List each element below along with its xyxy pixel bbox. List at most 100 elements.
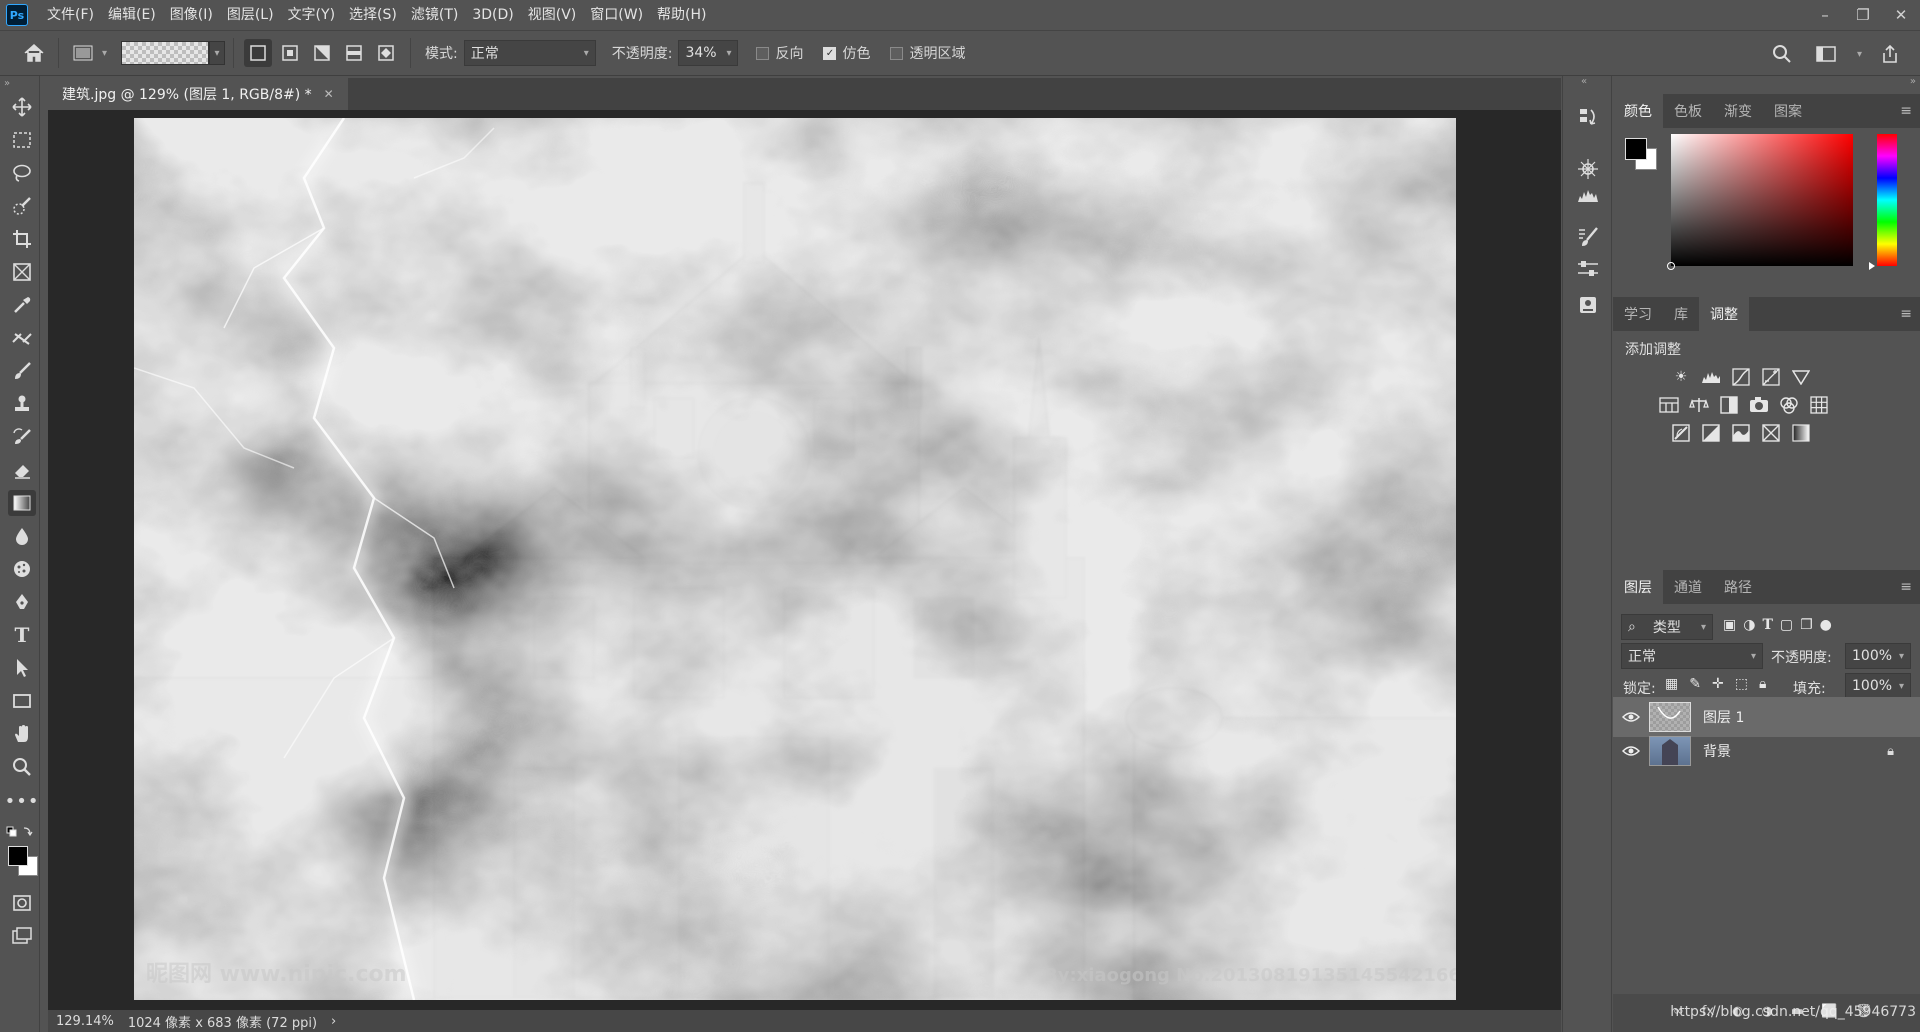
dither-checkbox[interactable]: ✓ — [823, 46, 837, 60]
more-tools-icon[interactable]: ••• — [5, 788, 39, 814]
filter-toggle-icon[interactable]: ● — [1820, 617, 1832, 633]
move-tool-icon[interactable] — [8, 94, 36, 120]
color-balance-icon[interactable] — [1687, 394, 1711, 416]
curves-icon[interactable] — [1729, 366, 1753, 388]
gradient-tool-preset-icon[interactable] — [69, 39, 97, 67]
levels-icon[interactable] — [1699, 366, 1723, 388]
tab-channels[interactable]: 通道 — [1663, 570, 1713, 604]
color-lookup-icon[interactable] — [1807, 394, 1831, 416]
lock-image-pixels-icon[interactable]: ✎ — [1689, 676, 1701, 692]
menu-file[interactable]: 文件(F) — [40, 0, 101, 30]
brightness-contrast-icon[interactable]: ☀ — [1669, 366, 1693, 388]
hue-saturation-icon[interactable] — [1657, 394, 1681, 416]
collapse-panel-icon[interactable]: » — [4, 78, 10, 89]
chevron-down-icon[interactable]: ▾ — [726, 48, 731, 59]
layer-row-background[interactable]: 背景 🔒︎ — [1613, 731, 1920, 771]
menu-image[interactable]: 图像(I) — [163, 0, 220, 30]
tab-adjustments[interactable]: 调整 — [1699, 297, 1749, 331]
opacity-input[interactable]: 34% ▾ — [678, 40, 739, 66]
transparency-checkbox[interactable] — [890, 46, 904, 60]
pixel-layer-filter-icon[interactable]: ▣ — [1723, 617, 1736, 633]
close-tab-icon[interactable]: ✕ — [324, 87, 334, 101]
vibrance-icon[interactable] — [1789, 366, 1813, 388]
exposure-icon[interactable] — [1759, 366, 1783, 388]
default-colors-icon[interactable] — [6, 826, 34, 838]
lock-artboard-icon[interactable]: ⬚ — [1735, 676, 1748, 692]
search-icon[interactable] — [1768, 40, 1796, 68]
eraser-tool-icon[interactable] — [8, 457, 36, 483]
brush-settings-panel-icon[interactable] — [1575, 224, 1601, 250]
quick-selection-tool-icon[interactable] — [8, 193, 36, 219]
layer-name[interactable]: 图层 1 — [1703, 707, 1744, 727]
tab-paths[interactable]: 路径 — [1713, 570, 1763, 604]
invert-icon[interactable] — [1669, 422, 1693, 444]
tab-patterns[interactable]: 图案 — [1763, 94, 1813, 128]
menu-filter[interactable]: 滤镜(T) — [404, 0, 465, 30]
posterize-icon[interactable] — [1699, 422, 1723, 444]
transparency-option[interactable]: 透明区域 — [890, 43, 965, 63]
marquee-tool-icon[interactable] — [8, 127, 36, 153]
menu-window[interactable]: 窗口(W) — [583, 0, 650, 30]
navigator-panel-icon[interactable] — [1575, 156, 1601, 182]
hand-tool-icon[interactable] — [8, 721, 36, 747]
reflected-gradient-icon[interactable] — [340, 39, 368, 67]
chevron-down-icon[interactable]: ▾ — [1899, 681, 1904, 692]
tab-swatches[interactable]: 色板 — [1663, 94, 1713, 128]
libraries-panel-icon[interactable] — [1575, 292, 1601, 318]
sponge-tool-icon[interactable] — [8, 556, 36, 582]
linear-gradient-icon[interactable] — [244, 39, 273, 67]
canvas-area[interactable]: 昵图网 www.nipic.com By:xiaogong No.2013081… — [48, 110, 1561, 1010]
layer-filter-select[interactable]: ⌕ 类型 ▾ — [1621, 614, 1713, 640]
layer-name[interactable]: 背景 — [1703, 741, 1731, 761]
lock-transparent-pixels-icon[interactable]: ▦ — [1665, 676, 1678, 692]
healing-brush-tool-icon[interactable] — [8, 325, 36, 351]
pen-tool-icon[interactable] — [8, 589, 36, 615]
status-arrow-icon[interactable]: › — [331, 1014, 336, 1029]
hue-slider-handle[interactable] — [1869, 262, 1875, 270]
menu-3d[interactable]: 3D(D) — [465, 0, 520, 30]
smart-object-filter-icon[interactable]: ❐ — [1800, 617, 1813, 633]
blend-mode-select[interactable]: 正常 ▾ — [1621, 643, 1763, 669]
document-tab[interactable]: 建筑.jpg @ 129% (图层 1, RGB/8#) * ✕ — [48, 78, 348, 110]
rectangle-tool-icon[interactable] — [8, 688, 36, 714]
gradient-tool-icon[interactable] — [8, 490, 36, 516]
selective-color-icon[interactable] — [1759, 422, 1783, 444]
photo-filter-icon[interactable] — [1747, 394, 1771, 416]
gradient-map-icon[interactable] — [1789, 422, 1813, 444]
tab-gradients[interactable]: 渐变 — [1713, 94, 1763, 128]
histogram-panel-icon[interactable] — [1575, 182, 1601, 208]
visibility-eye-icon[interactable] — [1613, 711, 1649, 723]
history-brush-tool-icon[interactable] — [8, 424, 36, 450]
threshold-icon[interactable] — [1729, 422, 1753, 444]
type-tool-icon[interactable]: T — [8, 622, 36, 648]
lock-all-icon[interactable]: 🔒︎ — [1759, 676, 1766, 692]
document-info[interactable]: 1024 像素 x 683 像素 (72 ppi) — [128, 1012, 317, 1031]
menu-select[interactable]: 选择(S) — [342, 0, 404, 30]
foreground-color-swatch[interactable] — [8, 846, 28, 866]
menu-layer[interactable]: 图层(L) — [220, 0, 281, 30]
gradient-preview-swatch[interactable] — [121, 41, 210, 65]
photoshop-logo-icon[interactable]: Ps — [6, 4, 28, 26]
tab-color[interactable]: 颜色 — [1613, 94, 1663, 128]
eyedropper-tool-icon[interactable] — [8, 292, 36, 318]
panel-menu-icon[interactable]: ≡ — [1900, 306, 1912, 322]
chevron-down-icon[interactable]: ▾ — [102, 48, 107, 59]
collapse-panels-icon[interactable]: » — [1910, 76, 1916, 87]
crop-tool-icon[interactable] — [8, 226, 36, 252]
screen-mode-icon[interactable] — [8, 923, 36, 949]
zoom-tool-icon[interactable] — [8, 754, 36, 780]
chevron-down-icon[interactable]: ▾ — [1899, 651, 1904, 662]
diamond-gradient-icon[interactable] — [372, 39, 400, 67]
properties-panel-icon[interactable] — [1575, 256, 1601, 282]
restore-icon[interactable]: ❐ — [1844, 0, 1882, 30]
visibility-eye-icon[interactable] — [1613, 745, 1649, 757]
workspace-icon[interactable] — [1812, 40, 1840, 68]
history-panel-icon[interactable] — [1575, 104, 1601, 130]
layer-opacity-input[interactable]: 100% ▾ — [1845, 643, 1911, 669]
panel-menu-icon[interactable]: ≡ — [1900, 103, 1912, 119]
hue-slider[interactable] — [1869, 134, 1897, 270]
color-foreground-swatch[interactable] — [1625, 138, 1647, 160]
panel-menu-icon[interactable]: ≡ — [1900, 579, 1912, 595]
black-white-icon[interactable] — [1717, 394, 1741, 416]
menu-edit[interactable]: 编辑(E) — [101, 0, 163, 30]
